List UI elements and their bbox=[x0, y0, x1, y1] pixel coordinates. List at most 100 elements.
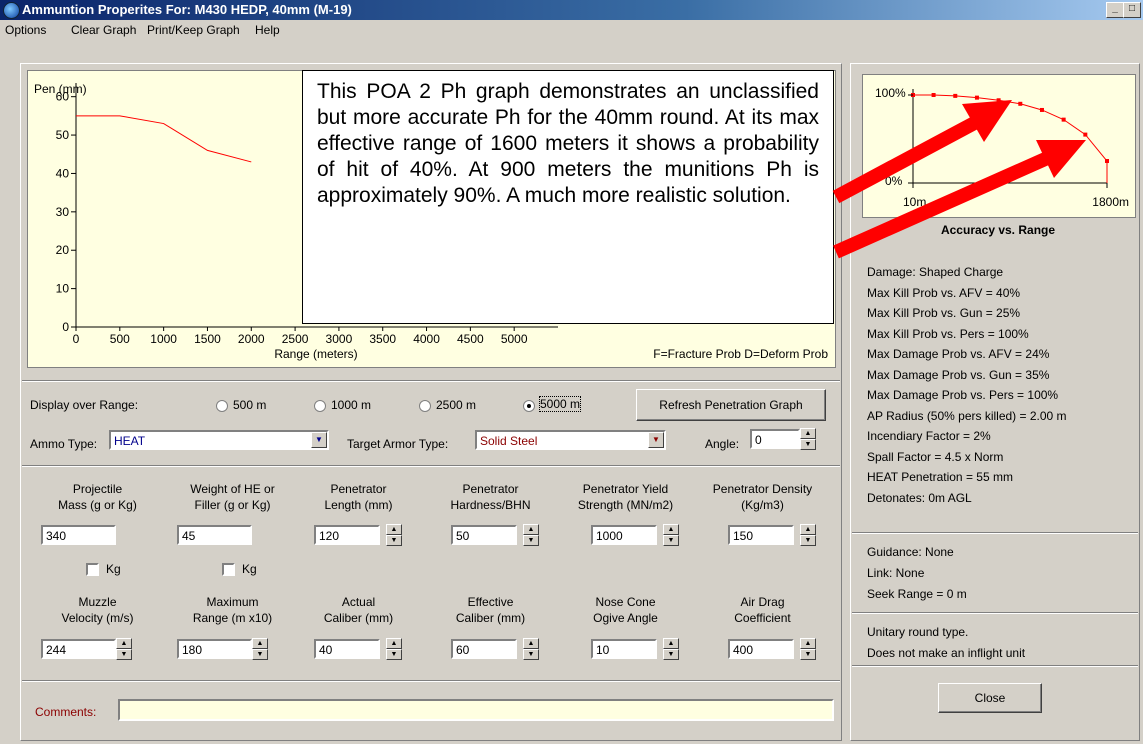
pen-x-tick-label: 3500 bbox=[369, 332, 396, 346]
up-arrow-icon[interactable]: ▲ bbox=[663, 638, 679, 649]
menu-help[interactable]: Help bbox=[255, 23, 280, 37]
pen-x-tick-label: 2000 bbox=[238, 332, 265, 346]
param-row1-input-4[interactable]: 1000 bbox=[591, 525, 657, 545]
up-arrow-icon[interactable]: ▲ bbox=[523, 524, 539, 535]
target-dropdown-arrow-icon[interactable]: ▼ bbox=[648, 432, 664, 448]
up-arrow-icon[interactable]: ▲ bbox=[800, 428, 816, 439]
param-row1-input-2[interactable]: 120 bbox=[314, 525, 380, 545]
down-arrow-icon[interactable]: ▼ bbox=[386, 649, 402, 660]
title-bar: Ammuntion Properites For: M430 HEDP, 40m… bbox=[0, 0, 1143, 20]
param-row2-input-5[interactable]: 400 bbox=[728, 639, 794, 659]
info-unit-list: Unitary round type. Does not make an infl… bbox=[867, 622, 1025, 664]
up-arrow-icon[interactable]: ▲ bbox=[116, 638, 132, 649]
app-globe-icon[interactable] bbox=[3, 2, 20, 19]
radio-5000m[interactable] bbox=[523, 400, 535, 412]
ammo-type-label: Ammo Type: bbox=[30, 437, 98, 451]
up-arrow-icon[interactable]: ▲ bbox=[386, 524, 402, 535]
param-row2-input-4[interactable]: 10 bbox=[591, 639, 657, 659]
param-row1-spinner-2[interactable]: ▲ ▼ bbox=[386, 524, 402, 546]
param-row2-input-2[interactable]: 40 bbox=[314, 639, 380, 659]
radio-500m[interactable] bbox=[216, 400, 228, 412]
filler-kg-checkbox[interactable] bbox=[222, 563, 235, 576]
param-row1-label-line1: Penetrator bbox=[462, 482, 519, 496]
damage-info-item: Spall Factor = 4.5 x Norm bbox=[867, 449, 1004, 464]
menu-print-keep-graph[interactable]: Print/Keep Graph bbox=[147, 23, 240, 37]
mass-kg-label: Kg bbox=[106, 562, 121, 576]
up-arrow-icon[interactable]: ▲ bbox=[800, 524, 816, 535]
accuracy-graph: 100% 0% 10m 1800m bbox=[862, 74, 1136, 218]
param-row1-input-3[interactable]: 50 bbox=[451, 525, 517, 545]
down-arrow-icon[interactable]: ▼ bbox=[800, 439, 816, 450]
minimize-icon[interactable]: _ bbox=[1106, 2, 1124, 18]
radio-1000m[interactable] bbox=[314, 400, 326, 412]
radio-500m-label[interactable]: 500 m bbox=[233, 398, 266, 412]
menu-clear-graph[interactable]: Clear Graph bbox=[71, 23, 136, 37]
up-arrow-icon[interactable]: ▲ bbox=[252, 638, 268, 649]
damage-info-item: Max Damage Prob vs. Gun = 35% bbox=[867, 367, 1050, 382]
angle-input[interactable]: 0 bbox=[750, 429, 800, 449]
param-row1-label-line2: Strength (MN/m2) bbox=[577, 498, 674, 512]
info-damage-list: Damage: Shaped Charge Max Kill Prob vs. A… bbox=[867, 262, 1067, 508]
param-row2-spinner-1[interactable]: ▲ ▼ bbox=[252, 638, 268, 660]
angle-label: Angle: bbox=[705, 437, 740, 451]
comments-input[interactable] bbox=[118, 699, 834, 721]
param-row2-input-3[interactable]: 60 bbox=[451, 639, 517, 659]
menu-options[interactable]: Options bbox=[5, 23, 46, 37]
radio-2500m-label[interactable]: 2500 m bbox=[436, 398, 476, 412]
param-row2-input-0[interactable]: 244 bbox=[41, 639, 116, 659]
radio-5000m-label[interactable]: 5000 m bbox=[538, 396, 582, 412]
damage-info-item: Max Kill Prob vs. Gun = 25% bbox=[867, 306, 1021, 320]
param-row2-input-1[interactable]: 180 bbox=[177, 639, 252, 659]
param-row2-spinner-0[interactable]: ▲ ▼ bbox=[116, 638, 132, 660]
unit-info-item: Does not make an inflight unit bbox=[867, 646, 1026, 660]
down-arrow-icon[interactable]: ▼ bbox=[252, 649, 268, 660]
down-arrow-icon[interactable]: ▼ bbox=[800, 649, 816, 660]
param-row2-label-line2: Caliber (mm) bbox=[323, 611, 394, 625]
param-row2-spinner-2[interactable]: ▲ ▼ bbox=[386, 638, 402, 660]
down-arrow-icon[interactable]: ▼ bbox=[663, 535, 679, 546]
down-arrow-icon[interactable]: ▼ bbox=[386, 535, 402, 546]
up-arrow-icon[interactable]: ▲ bbox=[386, 638, 402, 649]
param-row1-input-0[interactable]: 340 bbox=[41, 525, 116, 545]
divider-2 bbox=[22, 465, 840, 467]
refresh-penetration-button[interactable]: Refresh Penetration Graph bbox=[636, 389, 826, 421]
pen-x-tick-label: 2500 bbox=[282, 332, 309, 346]
param-row1-input-1[interactable]: 45 bbox=[177, 525, 252, 545]
annotation-text: This POA 2 Ph graph demonstrates an uncl… bbox=[317, 80, 819, 207]
mass-kg-checkbox[interactable] bbox=[86, 563, 99, 576]
param-row1-label-line1: Projectile bbox=[72, 482, 123, 496]
up-arrow-icon[interactable]: ▲ bbox=[663, 524, 679, 535]
close-button[interactable]: Close bbox=[938, 683, 1042, 713]
param-row1-spinner-3[interactable]: ▲ ▼ bbox=[523, 524, 539, 546]
down-arrow-icon[interactable]: ▼ bbox=[523, 649, 539, 660]
angle-spinner[interactable]: ▲ ▼ bbox=[800, 428, 816, 450]
param-row1-spinner-4[interactable]: ▲ ▼ bbox=[663, 524, 679, 546]
pen-x-tick-label: 1500 bbox=[194, 332, 221, 346]
acc-x-right: 1800m bbox=[1092, 195, 1129, 209]
ammo-type-select[interactable]: HEAT ▼ bbox=[109, 430, 329, 450]
param-row1-input-5[interactable]: 150 bbox=[728, 525, 794, 545]
down-arrow-icon[interactable]: ▼ bbox=[663, 649, 679, 660]
param-row2-spinner-4[interactable]: ▲ ▼ bbox=[663, 638, 679, 660]
up-arrow-icon[interactable]: ▲ bbox=[523, 638, 539, 649]
target-armor-select[interactable]: Solid Steel ▼ bbox=[475, 430, 666, 450]
down-arrow-icon[interactable]: ▼ bbox=[116, 649, 132, 660]
param-row2-label-line2: Coefficient bbox=[734, 611, 791, 625]
ammo-dropdown-arrow-icon[interactable]: ▼ bbox=[311, 432, 327, 448]
damage-info-item: HEAT Penetration = 55 mm bbox=[867, 470, 1013, 484]
param-row1-spinner-5[interactable]: ▲ ▼ bbox=[800, 524, 816, 546]
param-row1-label-3: Penetrator Hardness/BHN bbox=[428, 481, 553, 513]
damage-info-item: Incendiary Factor = 2% bbox=[867, 429, 991, 443]
param-row1-label-4: Penetrator Yield Strength (MN/m2) bbox=[563, 481, 688, 513]
radio-2500m[interactable] bbox=[419, 400, 431, 412]
radio-1000m-label[interactable]: 1000 m bbox=[331, 398, 371, 412]
maximize-icon[interactable]: □ bbox=[1123, 2, 1141, 18]
divider-3 bbox=[22, 680, 840, 682]
param-row2-spinner-3[interactable]: ▲ ▼ bbox=[523, 638, 539, 660]
down-arrow-icon[interactable]: ▼ bbox=[523, 535, 539, 546]
param-row2-spinner-5[interactable]: ▲ ▼ bbox=[800, 638, 816, 660]
up-arrow-icon[interactable]: ▲ bbox=[800, 638, 816, 649]
down-arrow-icon[interactable]: ▼ bbox=[800, 535, 816, 546]
pen-x-tick-label: 0 bbox=[73, 332, 80, 346]
param-row1-label-0: Projectile Mass (g or Kg) bbox=[35, 481, 160, 513]
